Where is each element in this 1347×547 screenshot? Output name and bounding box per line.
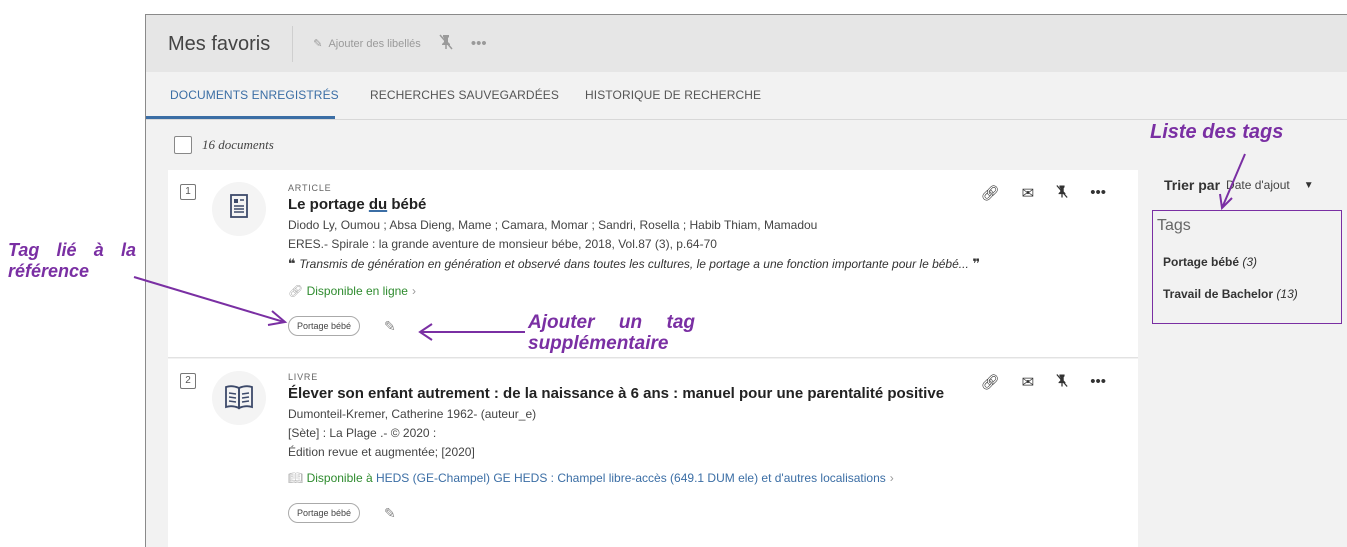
edit-tag-icon[interactable]: ✎ bbox=[384, 505, 396, 522]
more-actions-icon[interactable]: ••• bbox=[1090, 184, 1106, 203]
email-icon[interactable]: ✉︎ bbox=[1022, 373, 1035, 392]
record-publisher: [Sète] : La Plage .- © 2020 : bbox=[288, 426, 437, 440]
unpin-icon[interactable] bbox=[1056, 373, 1068, 392]
book-location-icon: 📖︎ bbox=[288, 471, 307, 485]
tab-history[interactable]: HISTORIQUE DE RECHERCHE bbox=[585, 88, 761, 102]
permalink-icon[interactable]: 🔗︎ bbox=[981, 184, 1000, 203]
close-quote-icon: ❞ bbox=[968, 256, 981, 271]
select-all-checkbox[interactable] bbox=[174, 136, 192, 154]
ellipsis-icon[interactable]: ••• bbox=[471, 35, 487, 52]
tag-row: Portage bébé ✎ bbox=[288, 503, 1088, 523]
unpin-icon[interactable] bbox=[439, 34, 453, 54]
unpin-icon[interactable] bbox=[1056, 184, 1068, 203]
tag-filter-item[interactable]: Travail de Bachelor (13) bbox=[1163, 287, 1298, 301]
record-actions: 🔗︎ ✉︎ ••• bbox=[981, 184, 1106, 203]
chevron-right-icon: › bbox=[411, 284, 416, 298]
record-title[interactable]: Le portage du bébé bbox=[288, 196, 1088, 213]
select-all-row: 16 documents bbox=[174, 136, 274, 154]
sort-control[interactable]: Trier par Date d'ajout ▼ bbox=[1164, 177, 1314, 193]
record-edition: Édition revue et augmentée; [2020] bbox=[288, 445, 475, 459]
permalink-icon[interactable]: 🔗︎ bbox=[981, 373, 1000, 392]
record-number[interactable]: 2 bbox=[180, 373, 196, 389]
annotation-add-tag: Ajouter un tag supplémentaire bbox=[528, 312, 695, 354]
document-count: 16 documents bbox=[202, 137, 274, 152]
page: Mes favoris ✎ Ajouter des libellés ••• D… bbox=[0, 0, 1347, 547]
link-icon: 🔗︎ bbox=[288, 284, 307, 298]
record-actions: 🔗︎ ✉︎ ••• bbox=[981, 373, 1106, 392]
annotation-tag-list: Liste des tags bbox=[1150, 121, 1284, 143]
article-icon bbox=[212, 182, 266, 236]
availability-link[interactable]: 🔗︎ Disponible en ligne › bbox=[288, 284, 1088, 298]
pencil-icon: ✎ bbox=[313, 38, 323, 50]
record-number[interactable]: 1 bbox=[180, 184, 196, 200]
annotation-tag-reference: Tag lié à la référence bbox=[8, 240, 136, 281]
record-type: ARTICLE bbox=[288, 183, 332, 193]
favorites-app: Mes favoris ✎ Ajouter des libellés ••• D… bbox=[145, 14, 1347, 547]
record-source: ERES.- Spirale : la grande aventure de m… bbox=[288, 237, 717, 251]
tab-searches[interactable]: RECHERCHES SAUVEGARDÉES bbox=[370, 88, 559, 102]
record-details: LIVRE Élever son enfant autrement : de l… bbox=[288, 372, 1088, 523]
record-author: Dumonteil-Kremer, Catherine 1962- (auteu… bbox=[288, 407, 537, 421]
caret-down-icon[interactable]: ▼ bbox=[1304, 180, 1314, 191]
edit-tag-icon[interactable]: ✎ bbox=[384, 318, 396, 335]
record-authors: Diodo Ly, Oumou ; Absa Dieng, Mame ; Cam… bbox=[288, 218, 818, 232]
tag-chip[interactable]: Portage bébé bbox=[288, 503, 361, 523]
tags-panel: Tags Portage bébé (3) Travail de Bachelo… bbox=[1152, 210, 1342, 324]
page-title: Mes favoris bbox=[146, 25, 294, 62]
tab-bar: DOCUMENTS ENREGISTRÉS RECHERCHES SAUVEGA… bbox=[146, 72, 1347, 120]
sort-value[interactable]: Date d'ajout bbox=[1226, 178, 1290, 192]
record-type: LIVRE bbox=[288, 372, 319, 382]
active-tab-indicator bbox=[146, 116, 335, 119]
open-quote-icon: ❝ bbox=[288, 256, 300, 271]
tags-title: Tags bbox=[1157, 217, 1191, 234]
tag-chip[interactable]: Portage bébé bbox=[288, 316, 361, 336]
add-labels-label: Ajouter des libellés bbox=[328, 37, 421, 50]
record-item[interactable]: 2 LIVRE Élever son enfant autrement : de… bbox=[168, 359, 1138, 547]
email-icon[interactable]: ✉︎ bbox=[1022, 184, 1035, 203]
availability-link[interactable]: 📖︎ Disponible à HEDS (GE-Champel) GE HED… bbox=[288, 471, 1088, 485]
chevron-right-icon: › bbox=[889, 471, 894, 485]
record-title[interactable]: Élever son enfant autrement : de la nais… bbox=[288, 385, 1088, 402]
top-bar: Mes favoris ✎ Ajouter des libellés ••• bbox=[146, 15, 1347, 72]
add-labels-button[interactable]: ✎ Ajouter des libellés bbox=[313, 37, 421, 51]
record-abstract: ❝ Transmis de génération en génération e… bbox=[288, 256, 981, 271]
more-actions-icon[interactable]: ••• bbox=[1090, 373, 1106, 392]
book-icon bbox=[212, 371, 266, 425]
tag-filter-item[interactable]: Portage bébé (3) bbox=[1163, 255, 1257, 269]
tab-documents[interactable]: DOCUMENTS ENREGISTRÉS bbox=[170, 88, 339, 102]
sort-label: Trier par bbox=[1164, 177, 1221, 193]
